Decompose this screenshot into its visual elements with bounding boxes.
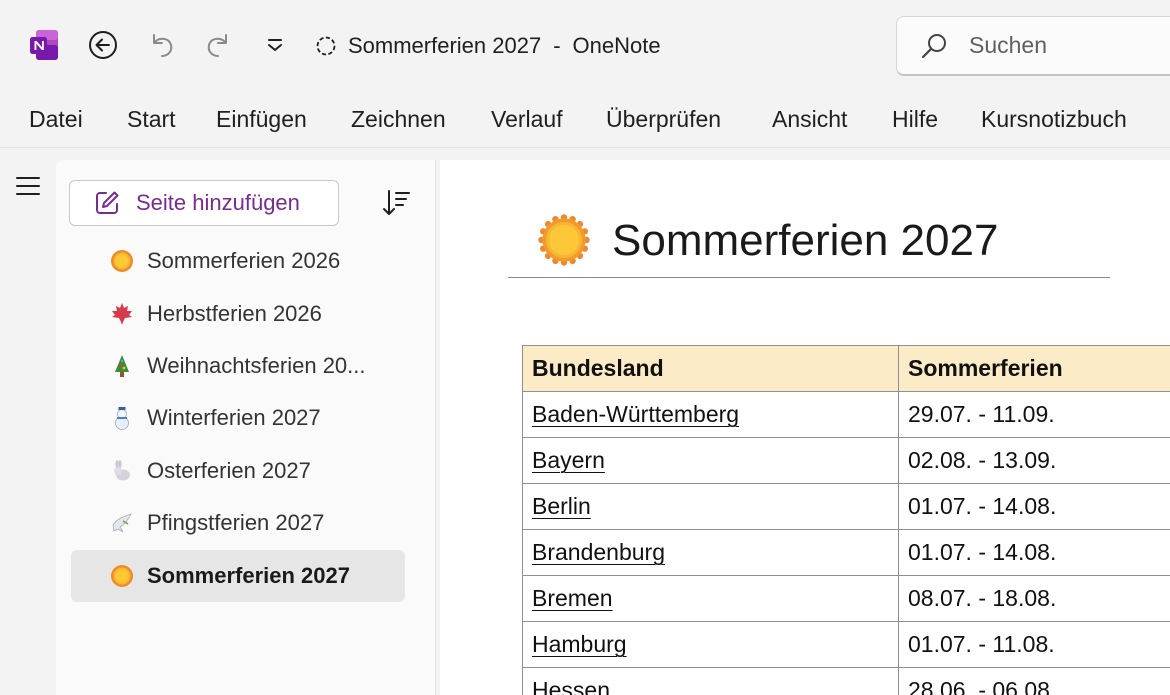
- page-item-weihnachtsferien[interactable]: Weihnachtsferien 20...: [71, 340, 405, 392]
- tab-hilfe[interactable]: Hilfe: [892, 106, 938, 133]
- column-header-sommerferien[interactable]: Sommerferien: [898, 345, 1170, 392]
- table-cell[interactable]: 29.07. - 11.09.: [898, 391, 1170, 438]
- page-item-sommerferien-2027[interactable]: Sommerferien 2027: [71, 550, 405, 602]
- state-link[interactable]: Hamburg: [532, 631, 627, 657]
- page-label: Osterferien 2027: [147, 458, 311, 483]
- sun-icon: [109, 248, 135, 274]
- tab-start[interactable]: Start: [127, 106, 176, 133]
- new-page-icon: [96, 191, 119, 214]
- tab-ansicht[interactable]: Ansicht: [772, 106, 847, 133]
- page-item-pfingstferien-2027[interactable]: Pfingstferien 2027: [71, 497, 405, 549]
- ribbon-tabs: Datei Start Einfügen Zeichnen Verlauf Üb…: [0, 92, 1170, 148]
- tab-ueberpruefen[interactable]: Überprüfen: [606, 106, 721, 133]
- state-link[interactable]: Berlin: [532, 493, 591, 519]
- christmas-tree-icon: [109, 353, 135, 379]
- rabbit-icon: [109, 458, 135, 484]
- snowman-icon: [109, 405, 135, 431]
- table-cell[interactable]: Bayern: [522, 437, 899, 484]
- table-cell[interactable]: 01.07. - 14.08.: [898, 529, 1170, 576]
- state-link[interactable]: Bremen: [532, 585, 613, 611]
- tab-einfuegen[interactable]: Einfügen: [216, 106, 307, 133]
- page-item-osterferien-2027[interactable]: Osterferien 2027: [71, 445, 405, 497]
- table-cell[interactable]: Baden-Württemberg: [522, 391, 899, 438]
- table-row: Bayern 02.08. - 13.09.: [522, 437, 1170, 484]
- page-label: Pfingstferien 2027: [147, 510, 325, 535]
- undo-icon: [153, 34, 173, 57]
- state-link[interactable]: Brandenburg: [532, 539, 665, 565]
- sync-status-icon: [316, 36, 336, 56]
- back-arrow-icon: [89, 31, 117, 59]
- search-icon: [921, 33, 946, 58]
- page-list-panel: Seite hinzufügen Sommerferien 2026 Herbs…: [56, 160, 436, 695]
- sun-icon: [538, 214, 590, 266]
- table-row: Baden-Württemberg 29.07. - 11.09.: [522, 391, 1170, 438]
- redo-icon: [207, 34, 227, 57]
- table-cell[interactable]: Bremen: [522, 575, 899, 622]
- window-title: Sommerferien 2027 - OneNote: [314, 30, 661, 62]
- page-label: Herbstferien 2026: [147, 301, 322, 326]
- state-link[interactable]: Baden-Württemberg: [532, 401, 739, 427]
- search-input[interactable]: Suchen: [896, 16, 1170, 76]
- table-cell[interactable]: Hessen: [522, 667, 899, 695]
- table-cell[interactable]: Brandenburg: [522, 529, 899, 576]
- tab-kursnotizbuch[interactable]: Kursnotizbuch: [981, 106, 1127, 133]
- state-link[interactable]: Hessen: [532, 677, 610, 695]
- title-bar: Sommerferien 2027 - OneNote Suchen: [0, 0, 1170, 92]
- maple-leaf-icon: [109, 301, 135, 327]
- undo-button[interactable]: [144, 28, 178, 62]
- title-separator: -: [553, 33, 561, 58]
- onenote-logo-icon: [30, 30, 58, 60]
- add-page-button[interactable]: Seite hinzufügen: [69, 180, 339, 226]
- app-name: OneNote: [572, 33, 661, 58]
- table-cell[interactable]: 01.07. - 11.08.: [898, 621, 1170, 668]
- back-button[interactable]: [86, 28, 120, 62]
- table-cell[interactable]: 01.07. - 14.08.: [898, 483, 1170, 530]
- table-cell[interactable]: 08.07. - 18.08.: [898, 575, 1170, 622]
- page-title-container[interactable]: Sommerferien 2027: [508, 210, 1110, 278]
- add-page-label: Seite hinzufügen: [136, 190, 300, 215]
- page-item-sommerferien-2026[interactable]: Sommerferien 2026: [71, 235, 405, 287]
- table-cell[interactable]: Berlin: [522, 483, 899, 530]
- sun-icon: [109, 563, 135, 589]
- redo-button[interactable]: [202, 28, 236, 62]
- table-row: Berlin 01.07. - 14.08.: [522, 483, 1170, 530]
- page-label: Weihnachtsferien 20...: [147, 353, 366, 378]
- table-cell[interactable]: 02.08. - 13.09.: [898, 437, 1170, 484]
- chevron-down-icon: [268, 39, 282, 51]
- table-cell[interactable]: Hamburg: [522, 621, 899, 668]
- tab-datei[interactable]: Datei: [29, 106, 83, 133]
- tab-zeichnen[interactable]: Zeichnen: [351, 106, 446, 133]
- column-header-bundesland[interactable]: Bundesland: [522, 345, 899, 392]
- table-row: Brandenburg 01.07. - 14.08.: [522, 529, 1170, 576]
- table-row: Hessen 28.06. - 06.08.: [522, 667, 1170, 695]
- sort-pages-icon[interactable]: [379, 186, 413, 220]
- state-link[interactable]: Bayern: [532, 447, 605, 473]
- page-canvas[interactable]: Sommerferien 2027 Bundesland Sommerferie…: [440, 160, 1170, 695]
- search-placeholder: Suchen: [969, 32, 1048, 58]
- page-title[interactable]: Sommerferien 2027: [612, 216, 998, 266]
- tab-verlauf[interactable]: Verlauf: [491, 106, 563, 133]
- holiday-table[interactable]: Bundesland Sommerferien Baden-Württember…: [522, 345, 1170, 695]
- table-row: Hamburg 01.07. - 11.08.: [522, 621, 1170, 668]
- page-label: Sommerferien 2026: [147, 248, 341, 273]
- notebook-title: Sommerferien 2027: [348, 33, 542, 58]
- navigation-menu-icon[interactable]: [15, 175, 41, 197]
- table-row: Bremen 08.07. - 18.08.: [522, 575, 1170, 622]
- table-header-row: Bundesland Sommerferien: [522, 345, 1170, 392]
- page-item-herbstferien-2026[interactable]: Herbstferien 2026: [71, 288, 405, 340]
- page-item-winterferien-2027[interactable]: Winterferien 2027: [71, 392, 405, 444]
- page-label: Winterferien 2027: [147, 405, 321, 430]
- dove-icon: [109, 510, 135, 536]
- customize-quick-access-button[interactable]: [258, 28, 292, 62]
- table-cell[interactable]: 28.06. - 06.08.: [898, 667, 1170, 695]
- page-label: Sommerferien 2027: [147, 563, 350, 588]
